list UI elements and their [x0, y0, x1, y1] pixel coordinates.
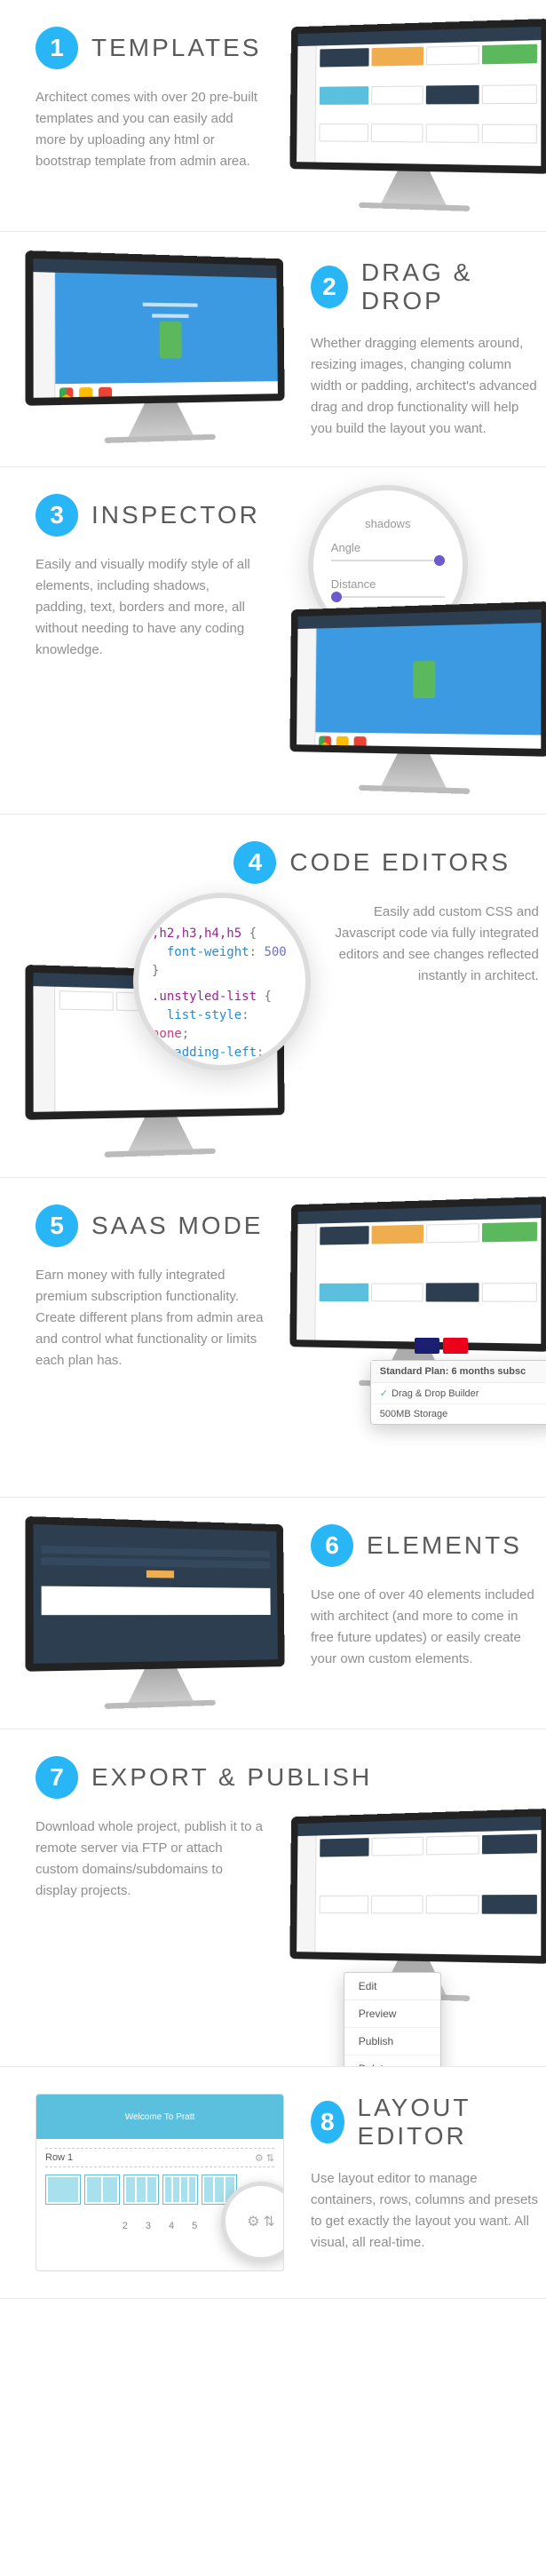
badge-4: 4	[233, 841, 276, 884]
desc-saas: Earn money with fully integrated premium…	[36, 1265, 264, 1371]
monitor-mockup	[289, 19, 546, 213]
check-icon: ✓	[380, 1388, 388, 1399]
distance-slider[interactable]	[331, 596, 445, 598]
preset-2col[interactable]	[84, 2174, 120, 2205]
ctx-delete[interactable]: Delete	[344, 2055, 440, 2067]
visa-icon	[415, 1338, 439, 1354]
title-code-editors: CODE EDITORS	[289, 848, 510, 877]
badge-3: 3	[36, 494, 78, 537]
title-layout-editor: LAYOUT EDITOR	[358, 2094, 539, 2151]
preset-4col[interactable]	[162, 2174, 198, 2205]
page-num[interactable]: 2	[123, 2221, 128, 2231]
monitor-mockup	[25, 250, 285, 445]
badge-5: 5	[36, 1205, 78, 1247]
desc-templates: Architect comes with over 20 pre-built t…	[36, 87, 264, 172]
desc-layout-editor: Use layout editor to manage containers, …	[311, 2168, 539, 2254]
gmail-icon	[353, 736, 366, 750]
section-drag-drop: 2 DRAG & DROP Whether dragging elements …	[0, 232, 546, 467]
code-callout: ,h2,h3,h4,h5 { font-weight: 500 } .unsty…	[133, 893, 311, 1070]
angle-label: Angle	[331, 541, 360, 554]
drive-icon	[336, 736, 349, 750]
payment-cards	[415, 1338, 468, 1354]
plan-feature: ✓Drag & Drop Builder	[371, 1383, 546, 1404]
plan-head: Standard Plan: 6 months subsc	[371, 1361, 546, 1383]
mastercard-icon	[443, 1338, 468, 1354]
ctx-publish[interactable]: Publish	[344, 2028, 440, 2055]
gear-icon[interactable]: ⚙ ⇅	[255, 2152, 274, 2164]
distance-label: Distance	[331, 577, 376, 591]
section-inspector: 3 INSPECTOR Easily and visually modify s…	[0, 467, 546, 815]
page-num[interactable]: 4	[169, 2221, 174, 2231]
desc-inspector: Easily and visually modify style of all …	[36, 554, 264, 661]
section-templates: 1 TEMPLATES Architect comes with over 20…	[0, 0, 546, 232]
desc-code-editors: Easily add custom CSS and Javascript cod…	[311, 902, 539, 987]
ctx-preview[interactable]: Preview	[344, 2000, 440, 2028]
shadows-label: shadows	[331, 517, 445, 530]
desc-drag-drop: Whether dragging elements around, resizi…	[311, 333, 539, 440]
section-saas: 5 SAAS MODE Earn money with fully integr…	[0, 1178, 546, 1498]
preset-3col[interactable]	[123, 2174, 159, 2205]
chrome-icon	[319, 735, 331, 748]
plan-tooltip: Standard Plan: 6 months subsc ✓Drag & Dr…	[370, 1360, 546, 1425]
desc-export: Download whole project, publish it to a …	[36, 1817, 264, 1902]
welcome-banner: Welcome To Pratt	[36, 2095, 283, 2139]
section-code-editors: 4 CODE EDITORS ,h2,h3,h4,h5 { font-weigh…	[0, 815, 546, 1178]
gmail-icon	[99, 387, 112, 401]
monitor-mockup	[25, 1516, 285, 1711]
page-num[interactable]: 5	[192, 2221, 197, 2231]
badge-7: 7	[36, 1756, 78, 1799]
title-drag-drop: DRAG & DROP	[361, 258, 539, 315]
page-num[interactable]: 3	[146, 2221, 151, 2231]
badge-8: 8	[311, 2101, 344, 2143]
section-layout-editor: Welcome To Pratt Row 1 ⚙ ⇅ 2 3 4 5 ⚙ ⇅ 8…	[0, 2067, 546, 2299]
badge-1: 1	[36, 27, 78, 69]
title-elements: ELEMENTS	[367, 1531, 522, 1560]
title-templates: TEMPLATES	[91, 34, 261, 62]
row-label: Row 1	[45, 2152, 73, 2163]
preset-1col[interactable]	[45, 2174, 81, 2205]
badge-2: 2	[311, 266, 348, 308]
layout-editor-mockup: Welcome To Pratt Row 1 ⚙ ⇅ 2 3 4 5 ⚙ ⇅	[36, 2094, 284, 2271]
context-menu: Edit Preview Publish Delete	[344, 1972, 441, 2067]
monitor-mockup	[289, 601, 546, 796]
plan-feature: 500MB Storage	[371, 1404, 546, 1424]
drive-icon	[79, 387, 92, 401]
title-inspector: INSPECTOR	[91, 501, 260, 529]
section-export: 7 EXPORT & PUBLISH Download whole projec…	[0, 1729, 546, 2067]
angle-slider[interactable]	[331, 560, 445, 561]
title-export: EXPORT & PUBLISH	[91, 1763, 372, 1792]
section-elements: 6 ELEMENTS Use one of over 40 elements i…	[0, 1498, 546, 1729]
desc-elements: Use one of over 40 elements included wit…	[311, 1585, 539, 1670]
gear-icon[interactable]: ⚙	[247, 2213, 259, 2230]
title-saas: SAAS MODE	[91, 1212, 263, 1240]
move-icon[interactable]: ⇅	[263, 2213, 274, 2230]
chrome-icon	[59, 387, 74, 401]
ctx-edit[interactable]: Edit	[344, 1973, 440, 2000]
badge-6: 6	[311, 1524, 353, 1567]
